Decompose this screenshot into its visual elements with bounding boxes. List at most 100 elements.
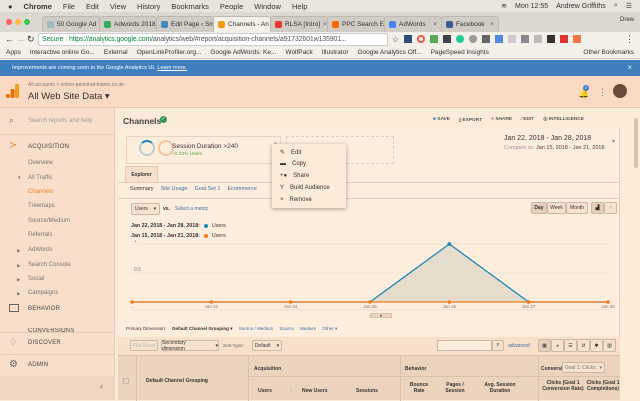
close-icon[interactable]: × <box>627 63 632 72</box>
dimension-default-channel-grouping[interactable]: Default Channel Grouping ▾ <box>172 326 233 332</box>
line-chart-icon[interactable]: ▟ <box>591 202 604 214</box>
sidebar-item-adwords[interactable]: AdWords <box>28 247 53 253</box>
extension-icon[interactable] <box>508 35 516 43</box>
bookmark[interactable]: OpenLinkProfiler.org... <box>137 49 202 56</box>
column-sessions[interactable]: Sessions <box>356 388 378 394</box>
browser-tab[interactable]: Channels - An× <box>213 16 271 32</box>
column-pages-per-session[interactable]: Pages / Session <box>438 382 472 394</box>
share-button[interactable]: < SHARE <box>491 117 512 123</box>
bookmark[interactable]: Apps <box>6 49 21 56</box>
grammarly-icon[interactable] <box>456 35 464 43</box>
segment-card[interactable]: Session Duration >240 +0.33% Users ⌄ <box>126 136 281 164</box>
extension-icon[interactable] <box>430 35 438 43</box>
pivot-view-icon[interactable]: ▥ <box>603 339 616 352</box>
table-search-input[interactable] <box>437 340 492 351</box>
sidebar-section-acquisition[interactable]: ACQUISITION <box>28 144 69 150</box>
menu-item-copy[interactable]: ▬ Copy <box>280 161 306 167</box>
analytics-logo-icon[interactable] <box>6 84 19 98</box>
collapse-sidebar-icon[interactable]: ‹ <box>100 381 103 391</box>
star-icon[interactable]: ☆ <box>392 35 399 44</box>
menu-window[interactable]: Window <box>254 2 281 11</box>
property-selector[interactable]: All Web Site Data ▾ <box>28 91 110 102</box>
column-avg-session-duration[interactable]: Avg. Session Duration <box>482 382 518 394</box>
extension-icon[interactable] <box>417 35 425 43</box>
menu-item-remove[interactable]: × Remove <box>280 197 312 203</box>
export-button[interactable]: ⤓ EXPORT <box>459 117 482 123</box>
sidebar-item-campaigns[interactable]: Campaigns <box>28 290 58 296</box>
dimension-medium[interactable]: Medium <box>300 326 316 332</box>
column-goal1-conversion-rate[interactable]: Clicks (Goal 1 Conversion Rate) <box>541 380 585 392</box>
menu-file[interactable]: File <box>63 2 75 11</box>
edit-button[interactable]: ∕ EDIT <box>521 117 534 123</box>
sidebar-item-overview[interactable]: Overview <box>28 160 53 166</box>
menu-app[interactable]: Chrome <box>24 2 52 11</box>
profile-name[interactable]: Drew <box>620 17 634 23</box>
close-window-icon[interactable] <box>6 19 12 25</box>
menu-item-share[interactable]: +● Share <box>280 173 309 179</box>
chrome-menu-icon[interactable]: ⋮ <box>625 34 634 45</box>
secondary-dimension-select[interactable]: Secondary dimension ▾ <box>161 340 219 352</box>
column-users[interactable]: Users <box>258 388 272 394</box>
close-tab-icon[interactable]: × <box>490 21 494 28</box>
select-all-checkbox[interactable] <box>123 378 129 384</box>
chart-resize-handle[interactable]: ▾ <box>370 313 392 318</box>
menu-item-build-audience[interactable]: Y Build Audience <box>280 185 330 191</box>
more-options-icon[interactable]: ⋮ <box>598 87 607 98</box>
spotlight-icon[interactable]: ⌕ <box>614 2 618 10</box>
date-dropdown-icon[interactable]: ▾ <box>612 138 615 145</box>
column-goal1-completions[interactable]: Clicks (Goal 1 Completions) <box>586 380 620 392</box>
tab-explorer[interactable]: Explorer <box>125 166 158 182</box>
column-new-users[interactable]: New Users <box>302 388 328 394</box>
search-icon[interactable]: ⌕ <box>492 340 504 351</box>
forward-icon[interactable]: → <box>16 34 25 44</box>
pie-view-icon[interactable]: ◕ <box>551 339 564 352</box>
dimension-other[interactable]: Other ▾ <box>322 326 337 332</box>
minimize-window-icon[interactable] <box>15 19 21 25</box>
comparison-view-icon[interactable]: ⇵ <box>577 339 590 352</box>
bookmark[interactable]: Google Analytics Off... <box>358 49 422 56</box>
extension-icon[interactable] <box>534 35 542 43</box>
extension-icon[interactable] <box>469 35 477 43</box>
extension-icon[interactable] <box>547 35 555 43</box>
subtab-site-usage[interactable]: Site Usage <box>161 186 188 192</box>
goal-select[interactable]: Goal 1: Clicks ▾ <box>562 362 605 373</box>
advanced-link[interactable]: advanced <box>508 343 530 349</box>
dimension-source[interactable]: Source <box>279 326 294 332</box>
sidebar-item-referrals[interactable]: Referrals <box>28 232 52 238</box>
extension-icon[interactable] <box>521 35 529 43</box>
bookmark[interactable]: PageSpeed Insights <box>431 49 489 56</box>
subtab-goal-set-1[interactable]: Goal Set 1 <box>194 186 220 192</box>
bookmark-folder[interactable]: WolfPack <box>285 49 312 56</box>
sidebar-item-treemaps[interactable]: Treemaps <box>28 203 55 209</box>
browser-tab[interactable]: Adwords 2018× <box>99 16 157 32</box>
browser-tab[interactable]: RLSA [Intro] × <box>270 16 328 32</box>
reload-icon[interactable]: ↻ <box>27 34 35 45</box>
sidebar-item-all-traffic[interactable]: All Traffic <box>28 175 53 181</box>
clock[interactable]: Mon 12:55 <box>515 3 548 10</box>
select-metric-link[interactable]: Select a metric <box>175 206 208 212</box>
subtab-ecommerce[interactable]: Ecommerce <box>227 186 256 192</box>
day-button[interactable]: Day <box>531 202 547 214</box>
browser-tab[interactable]: Edit Page ‹ Sm× <box>156 16 214 32</box>
bookmark[interactable]: Interactive online Go... <box>30 49 95 56</box>
extension-icon[interactable] <box>495 35 503 43</box>
term-cloud-icon[interactable]: ✱ <box>590 339 603 352</box>
month-button[interactable]: Month <box>566 202 588 214</box>
apple-icon[interactable]: ● <box>8 2 13 11</box>
menu-history[interactable]: History <box>137 2 160 11</box>
week-button[interactable]: Week <box>547 202 566 214</box>
metric-select[interactable]: Users ▾ <box>131 203 160 215</box>
extension-icon[interactable] <box>443 35 451 43</box>
menu-help[interactable]: Help <box>292 2 307 11</box>
sort-descending-icon[interactable]: ↓ <box>290 387 293 393</box>
extension-icon[interactable] <box>560 35 568 43</box>
motion-chart-icon[interactable]: ⁖ <box>604 202 617 214</box>
browser-tab[interactable]: AdWords × <box>384 16 442 32</box>
sidebar-section-behavior[interactable]: BEHAVIOR <box>28 306 60 312</box>
date-range[interactable]: Jan 22, 2018 - Jan 28, 2018 <box>504 135 591 142</box>
learn-more-link[interactable]: Learn more. <box>157 65 187 71</box>
menu-edit[interactable]: Edit <box>86 2 99 11</box>
subtab-summary[interactable]: Summary <box>130 186 154 192</box>
wifi-icon[interactable]: ≋ <box>501 2 507 10</box>
user-name[interactable]: Andrew Griffiths <box>556 3 606 10</box>
